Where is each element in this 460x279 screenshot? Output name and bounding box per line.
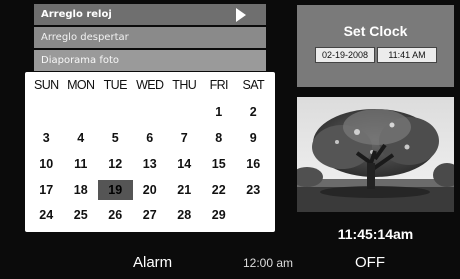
calendar-empty-cell <box>167 102 202 122</box>
calendar-day[interactable]: 22 <box>202 180 237 200</box>
weekday-label: MON <box>67 78 95 92</box>
menu-item-label: Arreglo despertar <box>41 32 129 43</box>
alarm-state[interactable]: OFF <box>355 254 385 271</box>
calendar-day[interactable]: 24 <box>29 205 64 225</box>
calendar-empty-cell <box>29 102 64 122</box>
calendar-day[interactable]: 18 <box>64 180 99 200</box>
calendar-day[interactable]: 2 <box>236 102 271 122</box>
date-field[interactable]: 02-19-2008 <box>315 47 375 63</box>
calendar-day[interactable]: 26 <box>98 205 133 225</box>
calendar-day[interactable]: 3 <box>29 128 64 148</box>
calendar-empty-cell <box>64 102 99 122</box>
menu-item-label: Diaporama foto <box>41 55 120 66</box>
calendar-day[interactable]: 15 <box>202 154 237 174</box>
calendar-day[interactable]: 17 <box>29 180 64 200</box>
calendar-weekday-header: SUN MON TUE WED THU FRI SAT <box>29 78 271 92</box>
weekday-label: WED <box>136 78 164 92</box>
calendar-day[interactable]: 29 <box>202 205 237 225</box>
calendar-day[interactable]: 16 <box>236 154 271 174</box>
set-clock-panel: Set Clock 02-19-2008 11:41 AM <box>297 5 454 87</box>
calendar-empty-cell <box>98 102 133 122</box>
tree-photo-image <box>297 97 454 212</box>
weekday-label: THU <box>172 78 197 92</box>
time-field[interactable]: 11:41 AM <box>377 47 437 63</box>
weekday-label: FRI <box>209 78 229 92</box>
calendar-day[interactable]: 13 <box>133 154 168 174</box>
calendar-day[interactable]: 1 <box>202 102 237 122</box>
device-screen: Arreglo reloj Arreglo despertar Diaporam… <box>0 0 460 279</box>
settings-menu: Arreglo reloj Arreglo despertar Diaporam… <box>34 4 266 73</box>
slideshow-photo <box>297 97 454 212</box>
calendar-day[interactable]: 21 <box>167 180 202 200</box>
weekday-label: SUN <box>33 78 59 92</box>
current-time: 11:45:14am <box>337 226 414 242</box>
calendar-empty-cell <box>133 102 168 122</box>
calendar-day[interactable]: 25 <box>64 205 99 225</box>
alarm-status-bar: Alarm 12:00 am OFF <box>0 246 460 279</box>
calendar-empty-cell <box>236 205 271 225</box>
calendar-week-row: 12 <box>29 102 271 122</box>
calendar-day[interactable]: 4 <box>64 128 99 148</box>
calendar-day[interactable]: 20 <box>133 180 168 200</box>
calendar-day[interactable]: 6 <box>133 128 168 148</box>
calendar-day[interactable]: 27 <box>133 205 168 225</box>
weekday-label: SAT <box>242 78 265 92</box>
calendar-day[interactable]: 7 <box>167 128 202 148</box>
calendar-day[interactable]: 9 <box>236 128 271 148</box>
calendar-week-row: 17 18 19 20 21 22 23 <box>29 180 271 200</box>
calendar-day[interactable]: 5 <box>98 128 133 148</box>
calendar-day[interactable]: 23 <box>236 180 271 200</box>
menu-item-clock-setting[interactable]: Arreglo reloj <box>34 4 266 25</box>
calendar-day[interactable]: 10 <box>29 154 64 174</box>
calendar-week-row: 24 25 26 27 28 29 <box>29 205 271 225</box>
menu-item-slideshow[interactable]: Diaporama foto <box>34 50 266 71</box>
calendar-day-selected[interactable]: 19 <box>98 180 133 200</box>
play-arrow-icon[interactable] <box>236 8 246 22</box>
calendar-day[interactable]: 14 <box>167 154 202 174</box>
menu-item-label: Arreglo reloj <box>41 9 112 20</box>
calendar: SUN MON TUE WED THU FRI SAT 1 2 3 4 5 6 7 8 9 10 1… <box>25 72 275 232</box>
calendar-day[interactable]: 12 <box>98 154 133 174</box>
alarm-label: Alarm <box>133 254 173 271</box>
menu-item-alarm-setting[interactable]: Arreglo despertar <box>34 27 266 48</box>
calendar-week-row: 3456789 <box>29 128 271 148</box>
weekday-label: TUE <box>103 78 128 92</box>
calendar-day[interactable]: 28 <box>167 205 202 225</box>
alarm-time: 12:00 am <box>243 256 294 270</box>
calendar-day[interactable]: 8 <box>202 128 237 148</box>
calendar-day[interactable]: 11 <box>64 154 99 174</box>
set-clock-title: Set Clock <box>343 23 408 39</box>
calendar-week-row: 10 11 12 13 14 15 16 <box>29 154 271 174</box>
